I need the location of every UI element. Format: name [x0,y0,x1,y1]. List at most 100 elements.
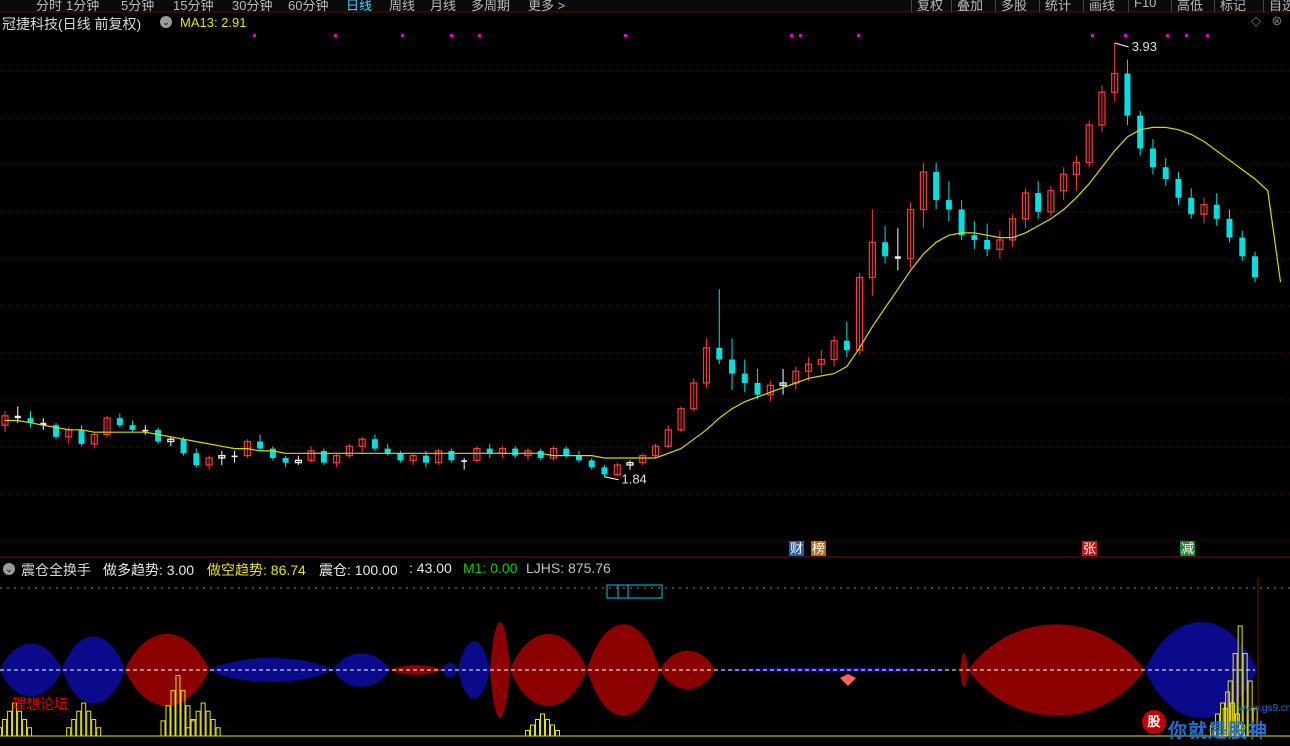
signal-marker [401,34,404,37]
candle [409,453,417,466]
tag-zhang[interactable]: 张 [1082,541,1098,556]
candle [779,368,787,395]
gem-icon [840,674,856,686]
candle [27,411,34,428]
candle [167,436,175,447]
candle [626,460,634,470]
candle [894,228,901,271]
candle-body [14,415,21,419]
indicator-chevron-icon[interactable]: ⌄ [3,563,15,575]
signal-marker [857,34,860,37]
signal-marker [478,34,481,37]
candle [1252,251,1258,283]
candle [729,338,736,390]
candle [461,457,468,470]
candle [664,425,672,449]
candle-body [512,448,519,456]
candle-body [575,455,582,461]
candle-body [729,359,736,374]
candle-body [116,418,123,426]
volume-bar [86,710,92,737]
indicator-m1: M1: 0.00 [463,560,518,576]
candle [958,200,965,240]
volume-bar [76,710,82,737]
brand-logo-icon: 股 [1142,710,1166,734]
candle [537,448,544,461]
candle [945,181,952,222]
tag-cai[interactable]: 财 [789,541,805,556]
volume-bar [540,713,546,737]
candle-body [1124,73,1131,116]
candle-body [282,457,289,463]
candle [919,162,927,229]
candle [843,321,850,358]
volume-bar [2,719,8,737]
volume-bar [160,720,166,737]
candle [1226,209,1233,243]
volume-bar [96,727,102,737]
high-label: 3.93 [1132,39,1157,54]
candle [294,455,302,466]
volume-bar [535,719,541,737]
tag-bang[interactable]: 榜 [811,541,827,556]
candle-body [537,450,544,458]
candle [358,436,366,454]
ma13-line [5,126,1282,459]
candle [804,357,813,381]
candle-body [933,171,940,201]
volume-bar [195,710,201,737]
signal-marker [1206,34,1209,37]
candle [1239,230,1246,262]
candle-body [1175,178,1182,198]
candle [282,455,289,468]
candle [855,272,864,355]
candlestick-chart: 3.93 1.84 [0,11,1290,558]
candle [1162,157,1169,187]
candle [435,448,443,466]
tag-jian[interactable]: 减 [1180,541,1196,556]
brand-text: 你就是股神 [1168,721,1269,742]
candle [651,443,660,458]
signal-marker [799,34,802,37]
candle [1188,188,1195,219]
candle [448,448,455,463]
candle-body [486,448,493,454]
candle [754,368,761,400]
signal-marker [1185,34,1188,37]
brand-watermark: 股 你就是股神 www.gs9.cn [1142,703,1290,746]
signal-marker [1091,34,1094,37]
candle [741,359,748,393]
volume-bar [205,710,211,737]
volume-bar [165,705,171,737]
candle-body [894,256,901,259]
candle-body [397,453,404,461]
candle [613,462,621,477]
candle [486,443,493,458]
candle-body [1226,218,1233,238]
candle-body [371,439,378,449]
candle-body [882,242,889,257]
candle [882,225,889,264]
candle [155,427,162,444]
candle-body [741,373,748,383]
candle [473,446,481,463]
indicator-ljhs: LJHS: 875.76 [526,560,611,576]
candle [498,446,507,458]
candle [1098,85,1106,133]
candle-body [1239,237,1246,257]
candle-body [422,455,429,463]
candle-body [384,448,391,454]
candle [702,338,711,388]
candle [868,209,876,297]
candle [371,434,378,451]
candle-body [231,455,238,458]
candle [333,453,341,468]
forum-watermark: 理想论坛 [12,696,68,712]
brand-site: www.gs9.cn [1238,703,1290,714]
candle [1060,167,1068,201]
candle-body [1149,148,1156,168]
candle-body [461,460,468,462]
candle [984,223,991,257]
candle [588,457,595,470]
candle-body [971,235,978,240]
